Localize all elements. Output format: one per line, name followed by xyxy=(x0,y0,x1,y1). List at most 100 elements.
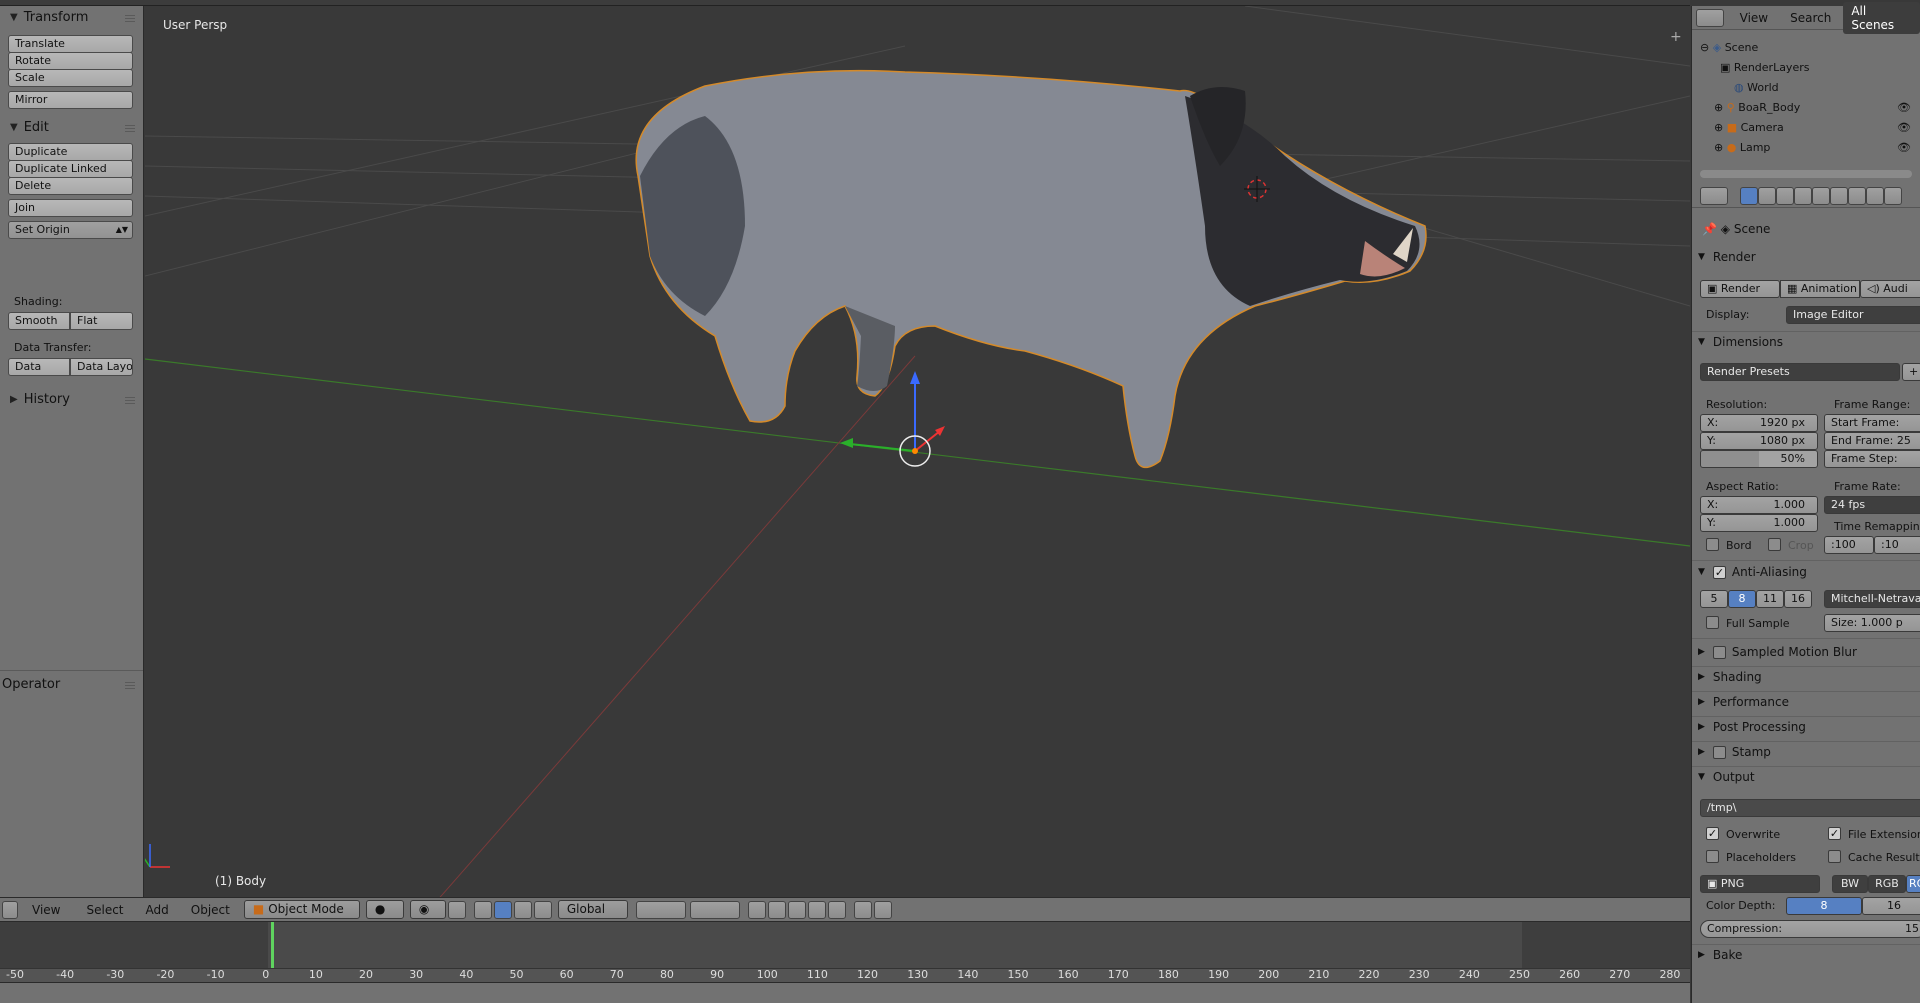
pivot-dropdown[interactable]: ◉ xyxy=(409,900,446,919)
aa-samples-16[interactable]: 16 xyxy=(1784,590,1812,608)
add-preset-button[interactable]: + xyxy=(1902,363,1920,381)
drag-grip-icon[interactable] xyxy=(125,682,135,690)
outliner-item-lamp[interactable]: ⊕ ● Lamp 👁 xyxy=(1692,138,1920,158)
outliner-item-scene[interactable]: ⊖ ◈ Scene xyxy=(1692,38,1920,58)
bake-panel-header[interactable]: ▶ Bake xyxy=(1698,948,1742,962)
anti-aliasing-checkbox[interactable]: ✓ xyxy=(1712,565,1726,579)
outliner-search-menu[interactable]: Search xyxy=(1790,11,1831,25)
eye-icon[interactable]: 👁 xyxy=(1897,98,1911,118)
frame-rate-dropdown[interactable]: 24 fps xyxy=(1824,496,1920,514)
render-button[interactable]: ▣ Render xyxy=(1700,280,1780,298)
render-layers-icon[interactable] xyxy=(747,900,766,919)
resolution-percent-slider[interactable]: 50% xyxy=(1700,450,1818,468)
start-frame-field[interactable]: Start Frame: xyxy=(1824,414,1920,432)
modifiers-tab-icon[interactable] xyxy=(1848,187,1866,205)
end-frame-field[interactable]: End Frame: 25 xyxy=(1824,432,1920,450)
cache-result-checkbox[interactable] xyxy=(1828,850,1841,863)
outliner-item-boar-body[interactable]: ⊕ ⚲ BoaR_Body 👁 xyxy=(1692,98,1920,118)
aa-samples-11[interactable]: 11 xyxy=(1756,590,1784,608)
drag-grip-icon[interactable] xyxy=(125,15,135,23)
render-presets-dropdown[interactable]: Render Presets xyxy=(1700,363,1900,381)
outliner-item-world[interactable]: ◍ World xyxy=(1692,78,1920,98)
duplicate-linked-button[interactable]: Duplicate Linked xyxy=(8,160,133,178)
remap-old-field[interactable]: :100 xyxy=(1824,536,1874,554)
translate-manipulator-icon[interactable] xyxy=(473,900,492,919)
resolution-x-field[interactable]: X: 1920 px xyxy=(1700,414,1818,432)
join-button[interactable]: Join xyxy=(8,199,133,217)
file-extension-checkbox[interactable]: ✓ xyxy=(1828,827,1841,840)
select-menu[interactable]: Select xyxy=(86,903,123,917)
remap-new-field[interactable]: :10 xyxy=(1874,536,1920,554)
manipulator-icon[interactable] xyxy=(447,900,466,919)
render-animation-icon[interactable] xyxy=(873,900,892,919)
eye-icon[interactable]: 👁 xyxy=(1897,138,1911,158)
color-bw-button[interactable]: BW xyxy=(1832,875,1868,893)
data-tab-icon[interactable] xyxy=(1866,187,1884,205)
duplicate-button[interactable]: Duplicate xyxy=(8,143,133,161)
frame-step-field[interactable]: Frame Step: xyxy=(1824,450,1920,468)
stamp-panel-header[interactable]: ▶ Stamp xyxy=(1698,745,1771,759)
world-tab-icon[interactable] xyxy=(1794,187,1812,205)
post-processing-panel-header[interactable]: ▶ Post Processing xyxy=(1698,720,1806,734)
render-image-icon[interactable] xyxy=(853,900,872,919)
resolution-y-field[interactable]: Y: 1080 px xyxy=(1700,432,1818,450)
editor-type-icon[interactable] xyxy=(2,900,18,919)
translate-button[interactable]: Translate xyxy=(8,35,133,53)
pin-icon[interactable]: 📌 xyxy=(1702,222,1717,236)
operator-panel-header[interactable]: Operator xyxy=(0,674,144,694)
output-panel-header[interactable]: ▼ Output xyxy=(1698,770,1755,784)
scale-button[interactable]: Scale xyxy=(8,69,133,87)
boar-model[interactable] xyxy=(635,69,1427,469)
aa-samples-5[interactable]: 5 xyxy=(1700,590,1728,608)
panel-transform-header[interactable]: ▼ Transform xyxy=(0,7,144,27)
proportional-edit-icon[interactable] xyxy=(767,900,786,919)
color-depth-8-button[interactable]: 8 xyxy=(1786,897,1862,915)
orientation-dropdown[interactable]: Global xyxy=(557,900,628,919)
add-menu[interactable]: Add xyxy=(146,903,169,917)
viewport-shading-dropdown[interactable]: ● xyxy=(365,900,404,919)
rotate-manipulator-icon[interactable] xyxy=(493,900,512,919)
editor-type-icon[interactable] xyxy=(1696,8,1724,27)
color-depth-16-button[interactable]: 16 xyxy=(1862,897,1920,915)
crop-checkbox[interactable] xyxy=(1768,538,1781,551)
drag-grip-icon[interactable] xyxy=(125,125,135,133)
data-transfer-button[interactable]: Data xyxy=(8,358,70,376)
aa-samples-8[interactable]: 8 xyxy=(1728,590,1756,608)
editor-type-icon[interactable] xyxy=(1700,187,1728,205)
color-rgba-button[interactable]: RG xyxy=(1906,875,1920,893)
add-region-icon[interactable]: + xyxy=(1670,30,1684,44)
outliner-view-menu[interactable]: View xyxy=(1740,11,1768,25)
panel-history-header[interactable]: ▶ History xyxy=(0,389,144,409)
panel-edit-header[interactable]: ▼ Edit xyxy=(0,117,144,137)
stamp-checkbox[interactable] xyxy=(1712,745,1726,759)
audio-button[interactable]: ◁) Audi xyxy=(1860,280,1920,298)
animation-button[interactable]: ▦ Animation xyxy=(1780,280,1860,298)
dimensions-panel-header[interactable]: ▼ Dimensions xyxy=(1698,335,1783,349)
object-tab-icon[interactable] xyxy=(1812,187,1830,205)
anti-aliasing-panel-header[interactable]: ▼ ✓ Anti-Aliasing xyxy=(1698,565,1807,579)
constraints-tab-icon[interactable] xyxy=(1830,187,1848,205)
overwrite-checkbox[interactable]: ✓ xyxy=(1706,827,1719,840)
timeline[interactable]: -50 -40 -30 -20 -10 0 10 20 30 40 50 60 70 80 90 100 110… xyxy=(0,921,1690,982)
aspect-x-field[interactable]: X: 1.000 xyxy=(1700,496,1818,514)
aa-filter-dropdown[interactable]: Mitchell-Netrava xyxy=(1824,590,1920,608)
view-menu[interactable]: View xyxy=(32,903,60,917)
outliner-scrollbar[interactable] xyxy=(1700,170,1912,178)
mirror-button[interactable]: Mirror xyxy=(8,91,133,109)
aa-size-field[interactable]: Size: 1.000 p xyxy=(1824,614,1920,632)
render-panel-header[interactable]: ▼ Render xyxy=(1698,250,1756,264)
rotate-button[interactable]: Rotate xyxy=(8,52,133,70)
smooth-button[interactable]: Smooth xyxy=(8,312,70,330)
layers-grid-icon-2[interactable] xyxy=(689,900,740,919)
eye-icon[interactable]: 👁 xyxy=(1897,118,1911,138)
drag-grip-icon[interactable] xyxy=(125,397,135,405)
mode-dropdown[interactable]: ■ Object Mode xyxy=(243,900,360,919)
placeholders-checkbox[interactable] xyxy=(1706,850,1719,863)
render-tab-icon[interactable] xyxy=(1740,187,1758,205)
outliner-item-renderlayers[interactable]: ▣ RenderLayers xyxy=(1692,58,1920,78)
border-checkbox[interactable] xyxy=(1706,538,1719,551)
motion-blur-checkbox[interactable] xyxy=(1712,645,1726,659)
scale-manipulator-icon[interactable] xyxy=(513,900,532,919)
output-path-field[interactable]: /tmp\ xyxy=(1700,799,1920,817)
3d-viewport[interactable]: User Persp (1) Body + xyxy=(145,6,1690,903)
